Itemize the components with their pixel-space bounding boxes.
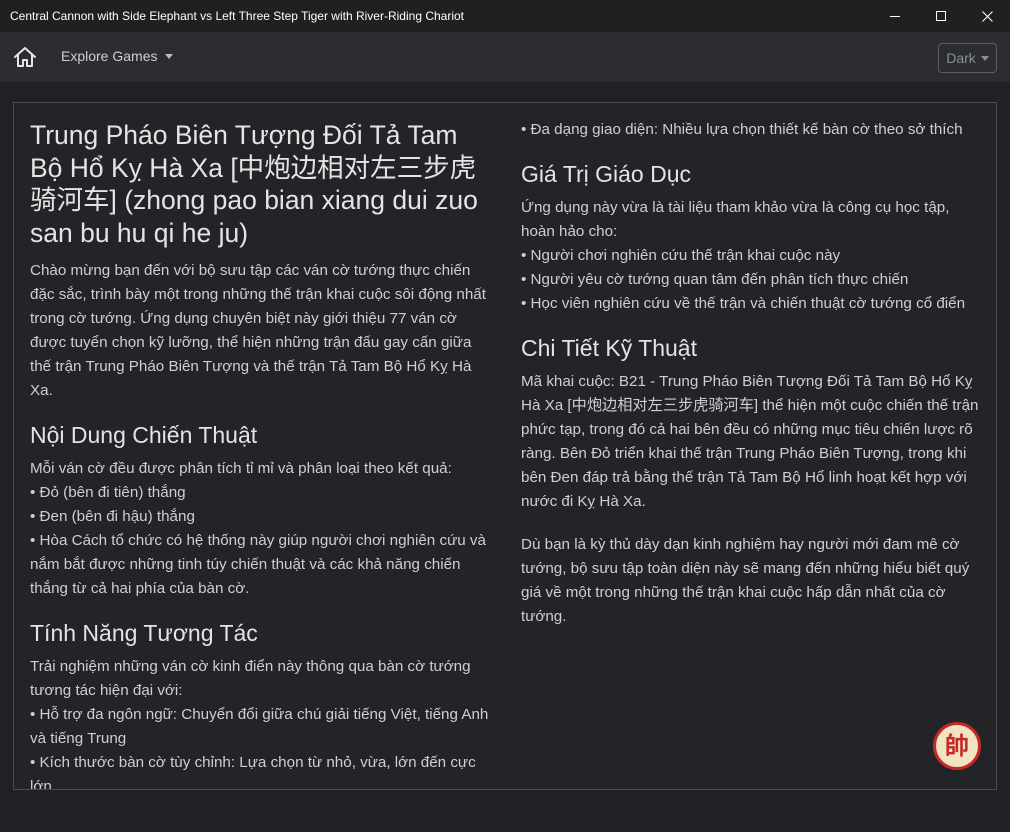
list-item: • Hỗ trợ đa ngôn ngữ: Chuyển đổi giữa ch…: [30, 706, 489, 747]
list-item: • Người yêu cờ tướng quan tâm đến phân t…: [521, 271, 909, 288]
list-item: • Đen (bên đi hậu) thắng: [30, 508, 195, 525]
list-item: • Người chơi nghiên cứu thế trận khai cu…: [521, 247, 841, 264]
tactics-heading: Nội Dung Chiến Thuật: [30, 422, 258, 448]
content-panel: Trung Pháo Biên Tượng Đối Tả Tam Bộ Hổ K…: [13, 102, 997, 790]
intro-paragraph: Chào mừng bạn đến với bộ sưu tập các ván…: [30, 262, 486, 399]
page-title: Trung Pháo Biên Tượng Đối Tả Tam Bộ Hổ K…: [30, 120, 478, 248]
maximize-icon: [936, 11, 946, 21]
theme-label: Dark: [946, 50, 976, 66]
features-heading: Tính Năng Tương Tác: [30, 620, 258, 646]
general-piece-char: 帥: [945, 732, 969, 760]
technical-heading: Chi Tiết Kỹ Thuật: [521, 335, 697, 361]
features-lead: Trải nghiệm những ván cờ kinh điển này t…: [30, 658, 471, 699]
general-piece-icon: 帥: [933, 722, 981, 770]
title-bar: Central Cannon with Side Elephant vs Lef…: [0, 0, 1010, 32]
window-controls: [872, 0, 1010, 32]
right-column: • Đa dạng giao diện: Nhiều lựa chọn thiế…: [521, 103, 981, 629]
minimize-icon: [890, 16, 900, 17]
minimize-button[interactable]: [872, 0, 918, 32]
left-column: Trung Pháo Biên Tượng Đối Tả Tam Bộ Hổ K…: [30, 103, 492, 790]
explore-games-label: Explore Games: [61, 48, 158, 64]
closing-paragraph: Dù bạn là kỳ thủ dày dạn kinh nghiệm hay…: [521, 536, 970, 625]
caret-down-icon: [980, 55, 989, 61]
home-button[interactable]: [12, 44, 38, 70]
window-title: Central Cannon with Side Elephant vs Lef…: [10, 9, 465, 23]
navbar: Explore Games Dark: [0, 32, 1010, 82]
explore-games-dropdown[interactable]: Explore Games: [61, 48, 174, 64]
education-heading: Giá Trị Giáo Dục: [521, 161, 691, 187]
list-item: • Kích thước bàn cờ tùy chỉnh: Lựa chọn …: [30, 754, 476, 790]
list-item: • Đa dạng giao diện: Nhiều lựa chọn thiế…: [521, 121, 963, 138]
close-button[interactable]: [964, 0, 1010, 32]
close-icon: [981, 10, 993, 22]
education-lead: Ứng dụng này vừa là tài liệu tham khảo v…: [521, 199, 950, 240]
maximize-button[interactable]: [918, 0, 964, 32]
list-item: • Hòa Cách tổ chức có hệ thống này giúp …: [30, 532, 486, 597]
tactics-lead: Mỗi ván cờ đều được phân tích tỉ mỉ và p…: [30, 460, 452, 477]
caret-down-icon: [165, 53, 174, 59]
home-icon: [14, 47, 36, 67]
theme-dropdown[interactable]: Dark: [938, 43, 997, 73]
list-item: • Đỏ (bên đi tiên) thắng: [30, 484, 186, 501]
list-item: • Học viên nghiên cứu về thế trận và chi…: [521, 295, 966, 312]
technical-paragraph: Mã khai cuộc: B21 - Trung Pháo Biên Tượn…: [521, 373, 979, 510]
